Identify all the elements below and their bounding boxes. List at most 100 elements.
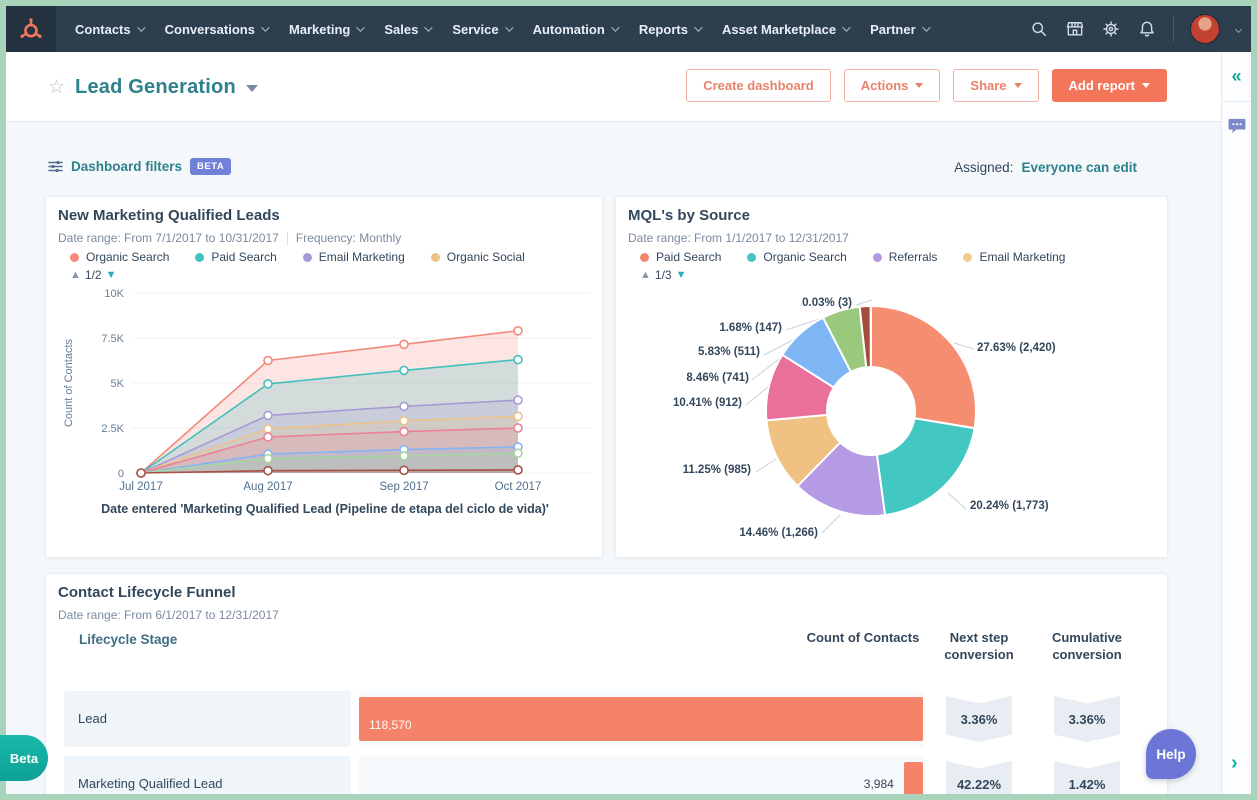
nav-divider (1173, 16, 1174, 42)
column-header-next-step: Next step conversion (944, 630, 1014, 662)
next-step-badge: 42.22% (946, 761, 1012, 794)
notifications-bell-icon[interactable] (1137, 19, 1157, 39)
nav-item-service[interactable]: Service (441, 6, 521, 52)
assigned-info: Assigned: Everyone can edit (954, 160, 1137, 175)
legend-dot-icon (195, 252, 205, 262)
count-value: 118,570 (369, 718, 412, 732)
svg-text:Count of Contacts: Count of Contacts (63, 338, 75, 427)
beta-tab-button[interactable]: Beta (0, 735, 48, 781)
legend-page-indicator: 1/2 (84, 268, 102, 282)
caret-down-icon (1013, 83, 1022, 88)
dashboard-filters-link[interactable]: Dashboard filters (71, 159, 182, 174)
svg-text:2.5K: 2.5K (101, 423, 124, 435)
card-new-mql: New Marketing Qualified Leads Date range… (45, 196, 603, 558)
legend-dot-icon (430, 252, 440, 262)
stage-label: Marketing Qualified Lead (78, 776, 223, 791)
legend-item[interactable]: Paid Search (195, 250, 277, 264)
dashboard-switcher-caret-icon[interactable] (245, 85, 258, 92)
chevron-down-icon (694, 23, 703, 32)
column-header-cumulative: Cumulative conversion (1051, 630, 1123, 662)
funnel-bar: 118,570 (359, 697, 923, 741)
beta-badge: BETA (190, 158, 232, 175)
donut-slice-label: 14.46% (1,266) (739, 527, 818, 539)
cumulative-badge: 1.42% (1054, 761, 1120, 794)
bar-zone: 118,570 (359, 691, 923, 747)
donut-slice-label: 5.83% (511) (697, 346, 760, 358)
donut-slice[interactable] (870, 305, 977, 430)
title-wrap: ☆ Lead Generation (48, 52, 258, 122)
donut-slice-label: 8.46% (741) (686, 372, 749, 384)
funnel-bar (903, 762, 923, 794)
donut-slice-label: 10.41% (912) (672, 397, 742, 409)
expand-chevron-icon[interactable]: › (1231, 752, 1238, 775)
nav-item-marketing[interactable]: Marketing (278, 6, 373, 52)
nav-item-partner[interactable]: Partner (859, 6, 939, 52)
nav-item-conversations[interactable]: Conversations (154, 6, 278, 52)
header-buttons: Create dashboard Actions Share Add repor… (686, 69, 1167, 102)
donut-slice-label: 20.24% (1,773) (970, 500, 1049, 512)
card-title: New Marketing Qualified Leads (58, 207, 280, 224)
date-range: Date range: From 7/1/2017 to 10/31/2017 (58, 231, 279, 245)
funnel-row: Marketing Qualified Lead 3,984 42.22% 1.42% (46, 756, 1167, 794)
right-side-panel: « › (1221, 52, 1251, 794)
nav-item-asset-marketplace[interactable]: Asset Marketplace (711, 6, 859, 52)
legend-pager: ▲ 1/2 ▼ (70, 268, 116, 282)
legend-dot-icon (302, 252, 312, 262)
search-icon[interactable] (1029, 19, 1049, 39)
nav-right-icons (1029, 14, 1251, 44)
chevron-down-icon (261, 23, 270, 32)
account-chevron-down-icon[interactable] (1234, 25, 1243, 33)
legend-item[interactable]: Email Marketing (302, 250, 405, 264)
svg-text:Jul 2017: Jul 2017 (119, 481, 162, 493)
help-button[interactable]: Help (1146, 729, 1196, 779)
frequency: Frequency: Monthly (295, 231, 402, 245)
legend-page-up-icon[interactable]: ▲ (70, 269, 81, 281)
actions-button[interactable]: Actions (843, 69, 941, 102)
filters-icon (48, 160, 63, 173)
donut-slice[interactable] (875, 417, 976, 517)
chevron-down-icon (921, 23, 931, 32)
svg-text:0: 0 (118, 468, 124, 480)
donut-slice-label: 0.03% (3) (802, 297, 852, 309)
card-mql-by-source: MQL's by Source Date range: From 1/1/201… (615, 196, 1168, 558)
count-value: 3,984 (863, 777, 894, 791)
line-area-chart: 10K 7.5K 5K 2.5K 0 Count of Contacts Jul 2017 A… (63, 288, 591, 493)
hubspot-logo[interactable] (6, 6, 56, 52)
legend-item[interactable]: Organic Search (70, 250, 169, 264)
assigned-label: Assigned: (954, 160, 1014, 175)
card-contact-lifecycle-funnel: Contact Lifecycle Funnel Date range: Fro… (45, 573, 1168, 794)
chevron-down-icon (356, 23, 366, 32)
donut-slice-label: 11.25% (985) (682, 464, 751, 476)
assigned-value-link[interactable]: Everyone can edit (1021, 160, 1137, 175)
hubspot-sprocket-icon (20, 18, 42, 38)
avatar[interactable] (1190, 14, 1220, 44)
favorite-star-icon[interactable]: ☆ (48, 76, 65, 99)
collapse-panel-icon[interactable]: « (1222, 52, 1251, 87)
caret-down-icon (915, 83, 924, 88)
add-report-button[interactable]: Add report (1051, 69, 1167, 102)
card-subtitle: Date range: From 6/1/2017 to 12/31/2017 (58, 608, 279, 622)
donut-slice-label: 27.63% (2,420) (977, 342, 1056, 354)
create-dashboard-button[interactable]: Create dashboard (686, 69, 831, 102)
nav-item-reports[interactable]: Reports (628, 6, 711, 52)
panel-divider (1222, 101, 1251, 102)
card-subtitle: Date range: From 7/1/2017 to 10/31/2017 … (58, 231, 401, 245)
svg-text:10K: 10K (104, 288, 124, 300)
legend-page-down-icon[interactable]: ▼ (106, 269, 117, 281)
settings-gear-icon[interactable] (1101, 19, 1121, 39)
nav-item-contacts[interactable]: Contacts (64, 6, 154, 52)
subtitle-divider (286, 231, 288, 245)
next-step-badge: 3.36% (946, 696, 1012, 742)
nav-menu: Contacts Conversations Marketing Sales Servi… (64, 6, 939, 52)
marketplace-icon[interactable] (1065, 19, 1085, 39)
app-root: Contacts Conversations Marketing Sales Servi… (6, 6, 1251, 794)
nav-item-automation[interactable]: Automation (522, 6, 628, 52)
nav-item-sales[interactable]: Sales (373, 6, 441, 52)
top-navbar: Contacts Conversations Marketing Sales Servi… (6, 6, 1251, 52)
comments-icon[interactable] (1228, 118, 1246, 139)
legend-item[interactable]: Organic Social (430, 250, 525, 264)
share-button[interactable]: Share (953, 69, 1039, 102)
dashboard-filter-bar: Dashboard filters BETA (48, 158, 232, 175)
date-range: Date range: From 6/1/2017 to 12/31/2017 (58, 608, 279, 622)
donut-slice-label: 1.68% (147) (719, 322, 782, 334)
